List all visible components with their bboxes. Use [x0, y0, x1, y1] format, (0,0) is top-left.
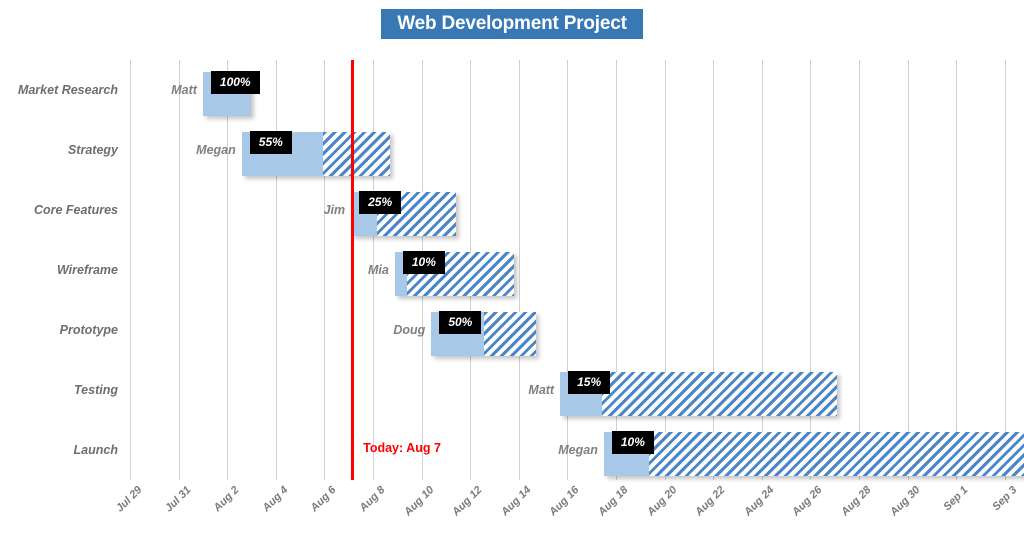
x-axis-tick-label: Aug 22	[693, 484, 728, 519]
x-axis-tick-label: Aug 2	[211, 484, 242, 515]
task-row[interactable]: Strategy Megan 55%	[68, 120, 990, 180]
percent-complete-badge: 15%	[568, 371, 611, 394]
resource-label: Megan	[196, 143, 236, 157]
task-row[interactable]: Market Research Matt 100%	[18, 60, 990, 120]
resource-label: Doug	[393, 323, 426, 337]
task-bar-remaining	[483, 312, 536, 356]
x-axis-tick-label: Aug 24	[741, 484, 777, 519]
task-name-label: Strategy	[67, 143, 118, 157]
task-bar-remaining	[323, 132, 390, 176]
task-bar-remaining	[601, 372, 838, 416]
task-row[interactable]: Core Features Jim 25%	[34, 180, 990, 240]
task-bar[interactable]	[603, 432, 1024, 476]
task-row[interactable]: Wireframe Mia 10%	[57, 240, 990, 300]
gantt-chart: Web Development Project Market Research M…	[0, 0, 1024, 540]
task-name-label: Core Features	[33, 203, 118, 217]
resource-label: Matt	[528, 383, 555, 397]
resource-label: Megan	[558, 443, 598, 457]
x-axis-tick-label: Aug 10	[401, 484, 437, 519]
chart-title: Web Development Project	[381, 9, 643, 39]
task-row[interactable]: Testing Matt 15%	[74, 360, 990, 420]
percent-complete-badge: 10%	[402, 251, 445, 274]
x-axis-tick-label: Aug 20	[644, 484, 680, 519]
resource-label: Mia	[368, 263, 389, 277]
resource-label: Jim	[323, 203, 346, 217]
resource-label: Matt	[171, 83, 197, 97]
percent-complete-badge: 50%	[439, 311, 482, 334]
today-marker-label: Today: Aug 7	[363, 441, 441, 455]
task-name-label: Launch	[73, 443, 118, 457]
gridline	[1004, 60, 1006, 480]
x-axis-tick-label: Aug 18	[596, 484, 631, 519]
x-axis-tick-label: Aug 16	[547, 484, 582, 519]
task-row[interactable]: Prototype Doug 50%	[60, 300, 990, 360]
x-axis-tick-label: Sep 1	[941, 484, 971, 514]
x-axis-tick-label: Jul 29	[113, 484, 145, 515]
x-axis-tick-label: Jul 31	[162, 484, 194, 515]
x-axis-tick-label: Aug 12	[450, 484, 485, 519]
task-name-label: Prototype	[59, 323, 118, 337]
task-name-label: Wireframe	[56, 263, 118, 277]
percent-complete-badge: 55%	[249, 131, 292, 154]
task-name-label: Market Research	[17, 83, 118, 97]
task-row[interactable]: Launch Megan 10%	[74, 420, 1024, 480]
x-axis-tick-label: Aug 14	[498, 484, 534, 519]
task-name-label: Testing	[74, 383, 118, 397]
x-axis-tick-label: Sep 3	[990, 484, 1020, 514]
x-axis-tick-label: Aug 26	[790, 484, 825, 519]
x-axis-tick-label: Aug 28	[839, 484, 874, 519]
x-axis-tick-label: Aug 4	[260, 484, 291, 515]
x-axis-tick-label: Aug 6	[308, 484, 339, 515]
plot-area: Market Research Matt 100% Strategy Megan 55% C…	[18, 60, 1024, 480]
percent-complete-badge: 10%	[611, 431, 654, 454]
percent-complete-badge: 100%	[210, 71, 260, 94]
task-bar-remaining	[649, 432, 1024, 476]
x-axis-tick-label: Aug 30	[887, 484, 923, 519]
x-axis: Jul 29 Jul 31 Aug 2 Aug 4 Aug 6 Aug 8 Aug 10 Au…	[114, 480, 1019, 540]
percent-complete-badge: 25%	[359, 191, 402, 214]
x-axis-tick-label: Aug 8	[357, 484, 388, 515]
today-marker-line	[351, 60, 355, 480]
